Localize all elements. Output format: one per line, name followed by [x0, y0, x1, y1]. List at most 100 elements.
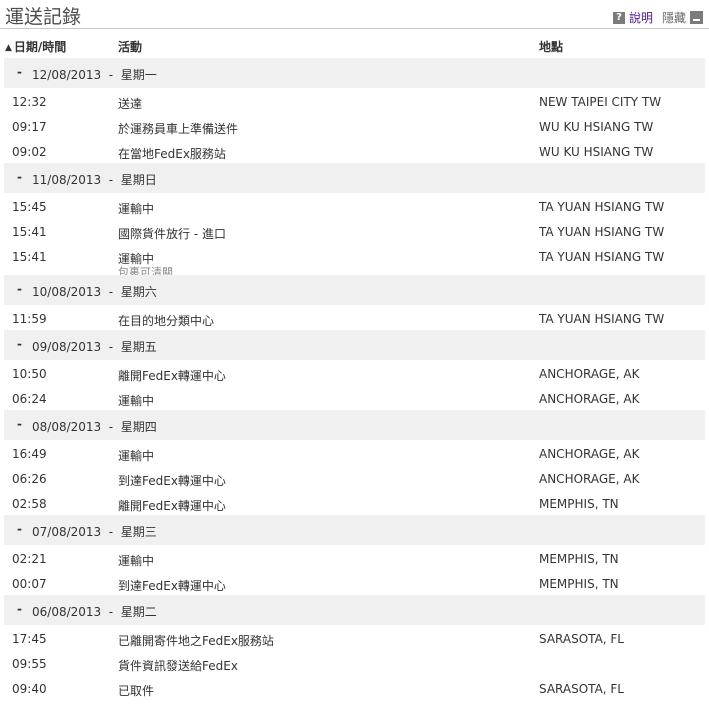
event-row: 09:55 貨件資訊發送給FedEx — [0, 650, 709, 675]
group-date-label: 07/08/2013 - 星期三 — [32, 525, 157, 539]
collapse-group-icon[interactable]: - — [17, 170, 22, 184]
group-weekday: 星期五 — [120, 340, 157, 354]
help-icon[interactable]: ? — [612, 11, 625, 24]
date-group-header[interactable]: -09/08/2013 - 星期五 — [4, 330, 705, 360]
event-location: SARASOTA, FL — [539, 682, 624, 696]
event-row: 00:07 到達FedEx轉運中心 MEMPHIS, TN — [0, 570, 709, 595]
event-row: 06:24 運輸中 ANCHORAGE, AK — [0, 385, 709, 410]
event-activity: 已離開寄件地之FedEx服務站 — [118, 634, 274, 648]
travel-history-header: 運送記錄 ? 說明 隱藏 — [0, 0, 709, 29]
event-time: 16:49 — [12, 447, 47, 461]
event-activity: 於運務員車上準備送件 — [118, 122, 239, 136]
group-date: 09/08/2013 — [32, 340, 102, 354]
event-activity: 在當地FedEx服務站 — [118, 147, 226, 161]
event-row: 12:32 送達 NEW TAIPEI CITY TW — [0, 88, 709, 113]
event-row: 09:17 於運務員車上準備送件 WU KU HSIANG TW — [0, 113, 709, 138]
event-location: TA YUAN HSIANG TW — [539, 200, 665, 214]
group-weekday: 星期一 — [120, 68, 157, 82]
group-date-label: 08/08/2013 - 星期四 — [32, 420, 157, 434]
date-group-header[interactable]: -12/08/2013 - 星期一 — [4, 58, 705, 88]
event-location: TA YUAN HSIANG TW — [539, 250, 665, 264]
event-location: SARASOTA, FL — [539, 632, 624, 646]
header-tools: ? 說明 隱藏 — [612, 9, 703, 26]
date-group-header[interactable]: -07/08/2013 - 星期三 — [4, 515, 705, 545]
group-date-label: 10/08/2013 - 星期六 — [32, 285, 157, 299]
sort-ascending-icon[interactable]: ▲ — [5, 43, 12, 53]
event-row: 02:21 運輸中 MEMPHIS, TN — [0, 545, 709, 570]
event-time: 02:21 — [12, 552, 47, 566]
event-location: ANCHORAGE, AK — [539, 447, 640, 461]
event-time: 06:26 — [12, 472, 47, 486]
date-group-header[interactable]: -08/08/2013 - 星期四 — [4, 410, 705, 440]
collapse-group-icon[interactable]: - — [17, 65, 22, 79]
collapse-group-icon[interactable]: - — [17, 602, 22, 616]
group-date: 08/08/2013 — [32, 420, 102, 434]
group-date: 12/08/2013 — [32, 68, 102, 82]
event-activity: 離開FedEx轉運中心 — [118, 499, 226, 513]
event-time: 09:55 — [12, 657, 47, 671]
event-location: ANCHORAGE, AK — [539, 367, 640, 381]
event-time: 17:45 — [12, 632, 47, 646]
event-time: 15:45 — [12, 200, 47, 214]
group-date-label: 12/08/2013 - 星期一 — [32, 68, 157, 82]
column-header-activity: 活動 — [118, 40, 143, 54]
event-time: 09:17 — [12, 120, 47, 134]
event-time: 09:02 — [12, 145, 47, 159]
page-title: 運送記錄 — [5, 6, 82, 28]
group-date: 11/08/2013 — [32, 173, 102, 187]
group-date-label: 06/08/2013 - 星期二 — [32, 605, 157, 619]
event-row: 06:26 到達FedEx轉運中心 ANCHORAGE, AK — [0, 465, 709, 490]
event-time: 15:41 — [12, 250, 47, 264]
event-activity: 已取件 — [118, 684, 155, 698]
date-group-header[interactable]: -10/08/2013 - 星期六 — [4, 275, 705, 305]
event-time: 06:24 — [12, 392, 47, 406]
event-row: 17:45 已離開寄件地之FedEx服務站 SARASOTA, FL — [0, 625, 709, 650]
group-date: 06/08/2013 — [32, 605, 102, 619]
event-location: TA YUAN HSIANG TW — [539, 312, 665, 326]
event-time: 12:32 — [12, 95, 47, 109]
event-location: MEMPHIS, TN — [539, 497, 619, 511]
event-activity: 貨件資訊發送給FedEx — [118, 659, 238, 673]
event-time: 15:41 — [12, 225, 47, 239]
event-location: MEMPHIS, TN — [539, 552, 619, 566]
collapse-group-icon[interactable]: - — [17, 282, 22, 296]
hide-link[interactable]: 隱藏 — [662, 9, 686, 26]
group-weekday: 星期二 — [120, 605, 157, 619]
event-row: 09:40 已取件 SARASOTA, FL — [0, 675, 709, 700]
event-activity: 運輸中 — [118, 449, 155, 463]
event-activity: 送達 — [118, 97, 143, 111]
event-time: 11:59 — [12, 312, 47, 326]
collapse-group-icon[interactable]: - — [17, 337, 22, 351]
event-row: 10:50 離開FedEx轉運中心 ANCHORAGE, AK — [0, 360, 709, 385]
help-link[interactable]: 說明 — [629, 9, 653, 26]
event-location: TA YUAN HSIANG TW — [539, 225, 665, 239]
event-activity: 運輸中 — [118, 202, 155, 216]
event-time: 10:50 — [12, 367, 47, 381]
event-activity: 運輸中 — [118, 394, 155, 408]
collapse-group-icon[interactable]: - — [17, 522, 22, 536]
event-location: NEW TAIPEI CITY TW — [539, 95, 662, 109]
event-activity: 國際貨件放行 - 進口 — [118, 227, 226, 241]
group-weekday: 星期四 — [120, 420, 157, 434]
event-activity: 離開FedEx轉運中心 — [118, 369, 226, 383]
event-location: MEMPHIS, TN — [539, 577, 619, 591]
date-group-header[interactable]: -11/08/2013 - 星期日 — [4, 163, 705, 193]
event-location: ANCHORAGE, AK — [539, 392, 640, 406]
event-activity: 運輸中 — [118, 554, 155, 568]
date-group-header[interactable]: -06/08/2013 - 星期二 — [4, 595, 705, 625]
event-location: WU KU HSIANG TW — [539, 145, 654, 159]
column-header-date-time[interactable]: ▲ 日期/時間 — [5, 38, 66, 54]
event-row: 09:02 在當地FedEx服務站 WU KU HSIANG TW — [0, 138, 709, 163]
travel-history-table: -12/08/2013 - 星期一 12:32 送達 NEW TAIPEI CITY … — [0, 58, 709, 700]
column-header-location: 地點 — [539, 40, 564, 54]
event-time: 00:07 — [12, 577, 47, 591]
event-row: 15:41 運輸中 包裹可清關 TA YUAN HSIANG TW — [0, 243, 709, 279]
event-time: 09:40 — [12, 682, 47, 696]
event-location: ANCHORAGE, AK — [539, 472, 640, 486]
event-row: 16:49 運輸中 ANCHORAGE, AK — [0, 440, 709, 465]
group-weekday: 星期日 — [120, 173, 157, 187]
group-weekday: 星期六 — [120, 285, 157, 299]
collapse-group-icon[interactable]: - — [17, 417, 22, 431]
collapse-icon[interactable] — [690, 11, 703, 24]
group-weekday: 星期三 — [120, 525, 157, 539]
